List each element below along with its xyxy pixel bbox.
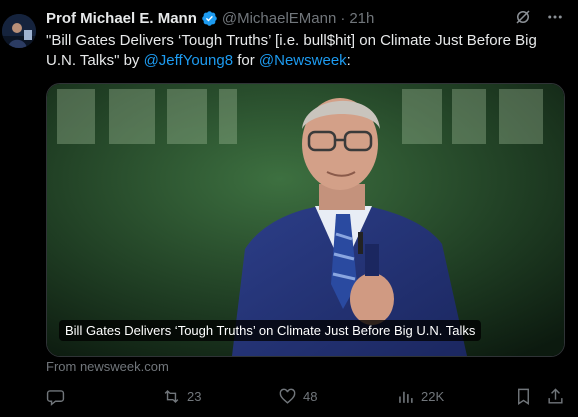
tweet-text: "Bill Gates Delivers ‘Tough Truths’ [i.e… — [46, 31, 566, 71]
views-button[interactable]: 22K — [396, 387, 444, 406]
action-bar: 23 48 22K — [46, 387, 566, 409]
views-count: 22K — [421, 389, 445, 404]
mention-link[interactable]: @Newsweek — [259, 52, 347, 69]
card-caption: Bill Gates Delivers ‘Tough Truths’ on Cl… — [59, 320, 482, 341]
timestamp[interactable]: 21h — [349, 10, 374, 27]
tweet-text-mid: for — [233, 52, 259, 69]
avatar[interactable] — [2, 14, 36, 48]
tweet[interactable]: Prof Michael E. Mann @MichaelEMann · 21h… — [0, 0, 578, 417]
separator-dot: · — [340, 9, 346, 27]
like-button[interactable]: 48 — [278, 387, 317, 406]
retweet-button[interactable]: 23 — [162, 387, 201, 406]
bookmark-icon — [514, 387, 533, 406]
more-icon[interactable] — [546, 8, 564, 26]
reply-button[interactable] — [46, 387, 71, 406]
card-image — [47, 84, 564, 356]
like-count: 48 — [303, 389, 318, 404]
author-handle[interactable]: @MichaelEMann — [222, 10, 336, 27]
tweet-text-suffix: : — [346, 52, 351, 69]
retweet-count: 23 — [187, 389, 202, 404]
card-source[interactable]: From newsweek.com — [46, 359, 169, 374]
views-icon — [396, 387, 415, 406]
like-icon — [278, 387, 297, 406]
top-actions — [514, 8, 564, 26]
share-icon — [546, 387, 565, 406]
verified-badge-icon — [201, 10, 218, 27]
share-button[interactable] — [546, 387, 565, 406]
tweet-header: Prof Michael E. Mann @MichaelEMann · 21h — [46, 8, 374, 28]
reply-icon — [46, 387, 65, 406]
mention-link[interactable]: @JeffYoung8 — [144, 52, 233, 69]
bookmark-button[interactable] — [514, 387, 533, 406]
avatar-image — [2, 14, 36, 48]
grok-icon[interactable] — [514, 8, 532, 26]
retweet-icon — [162, 387, 181, 406]
author-name[interactable]: Prof Michael E. Mann — [46, 10, 197, 27]
link-card[interactable]: Bill Gates Delivers ‘Tough Truths’ on Cl… — [46, 83, 565, 357]
